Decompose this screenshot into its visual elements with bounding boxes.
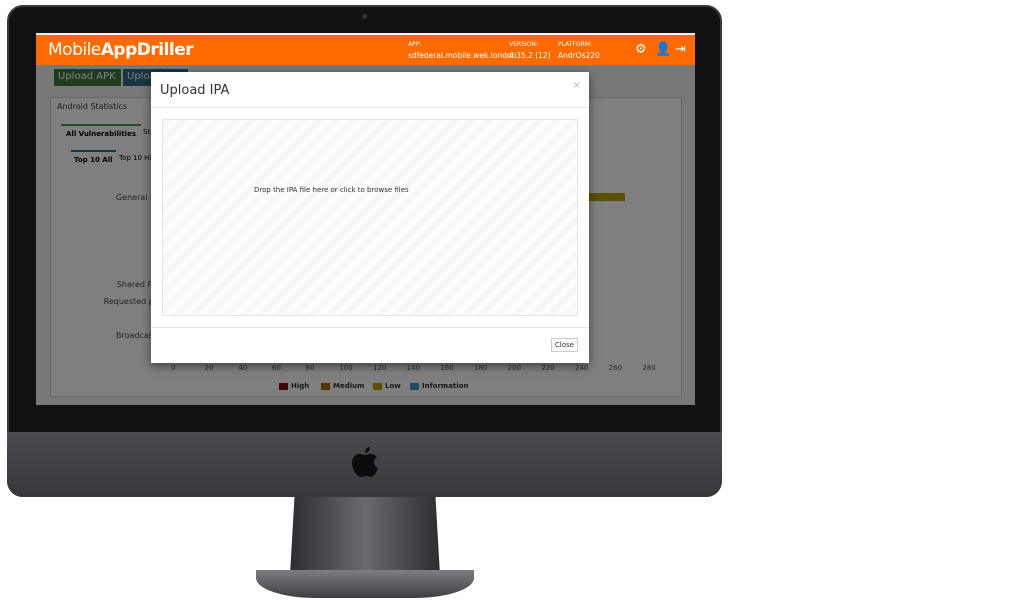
divider bbox=[151, 107, 589, 108]
close-icon[interactable]: × bbox=[573, 80, 581, 91]
camera bbox=[362, 14, 367, 19]
imac-chin bbox=[7, 432, 722, 497]
imac-stand bbox=[290, 497, 440, 575]
drop-zone-text: Drop the IPA file here or click to brows… bbox=[254, 186, 409, 194]
divider bbox=[151, 327, 589, 328]
close-button[interactable]: Close bbox=[550, 338, 578, 352]
screen: MobileAppDriller APP: sdfederal.mobile.w… bbox=[36, 33, 695, 405]
upload-ipa-modal: Upload IPA × Drop the IPA file here or c… bbox=[151, 72, 589, 363]
modal-title: Upload IPA bbox=[160, 83, 230, 98]
apple-logo-icon bbox=[352, 447, 378, 477]
imac-foot bbox=[256, 570, 474, 598]
file-drop-zone[interactable]: Drop the IPA file here or click to brows… bbox=[162, 119, 578, 316]
